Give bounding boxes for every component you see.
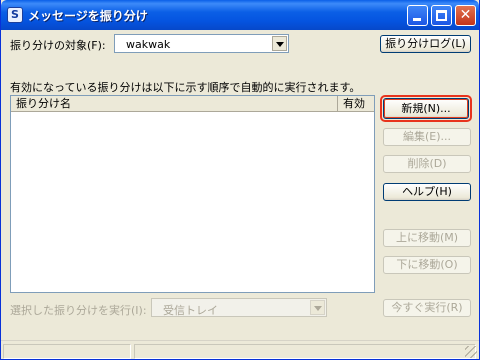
status-bar bbox=[1, 340, 479, 359]
chevron-down-icon[interactable] bbox=[272, 36, 287, 51]
help-button[interactable]: ヘルプ(H) bbox=[383, 183, 471, 201]
filter-target-label: 振り分けの対象(F): bbox=[10, 39, 106, 52]
filter-dialog-window: S メッセージを振り分け ✕ 振り分けの対象(F): wakwak 振り分けログ… bbox=[0, 0, 480, 360]
minimize-button[interactable] bbox=[407, 5, 428, 26]
run-now-button[interactable]: 今すぐ実行(R) bbox=[383, 299, 471, 317]
close-button[interactable]: ✕ bbox=[455, 5, 476, 26]
minimize-icon bbox=[413, 18, 421, 21]
maximize-icon bbox=[436, 10, 447, 21]
window-title: メッセージを振り分け bbox=[28, 9, 148, 23]
chevron-down-icon[interactable] bbox=[310, 300, 325, 315]
description-text: 有効になっている振り分けは以下に示す順序で自動的に実行されます。 bbox=[10, 81, 361, 94]
filter-log-button[interactable]: 振り分けログ(L) bbox=[380, 35, 471, 53]
filter-target-select[interactable]: wakwak bbox=[114, 34, 289, 53]
run-on-value: 受信トレイ bbox=[163, 304, 218, 317]
status-pane-left bbox=[3, 344, 131, 359]
filter-list[interactable]: 振り分け名 有効 bbox=[10, 95, 375, 293]
column-header-enabled[interactable]: 有効 bbox=[338, 96, 374, 112]
filter-target-value: wakwak bbox=[126, 38, 171, 51]
run-on-label: 選択した振り分けを実行(I): bbox=[10, 304, 147, 317]
title-bar[interactable]: S メッセージを振り分け ✕ bbox=[1, 0, 479, 30]
status-pane-right bbox=[134, 344, 476, 359]
move-up-button[interactable]: 上に移動(M) bbox=[383, 229, 471, 247]
move-down-button[interactable]: 下に移動(O) bbox=[383, 256, 471, 274]
app-logo-icon: S bbox=[7, 7, 23, 23]
new-filter-button[interactable]: 新規(N)... bbox=[383, 98, 469, 119]
resize-grip-icon[interactable] bbox=[465, 346, 477, 358]
delete-filter-button[interactable]: 削除(D) bbox=[383, 155, 471, 173]
run-on-select[interactable]: 受信トレイ bbox=[151, 298, 327, 317]
column-header-filter-name[interactable]: 振り分け名 bbox=[11, 96, 338, 112]
maximize-button[interactable] bbox=[431, 5, 452, 26]
close-icon: ✕ bbox=[459, 7, 472, 23]
edit-filter-button[interactable]: 編集(E)... bbox=[383, 128, 471, 146]
